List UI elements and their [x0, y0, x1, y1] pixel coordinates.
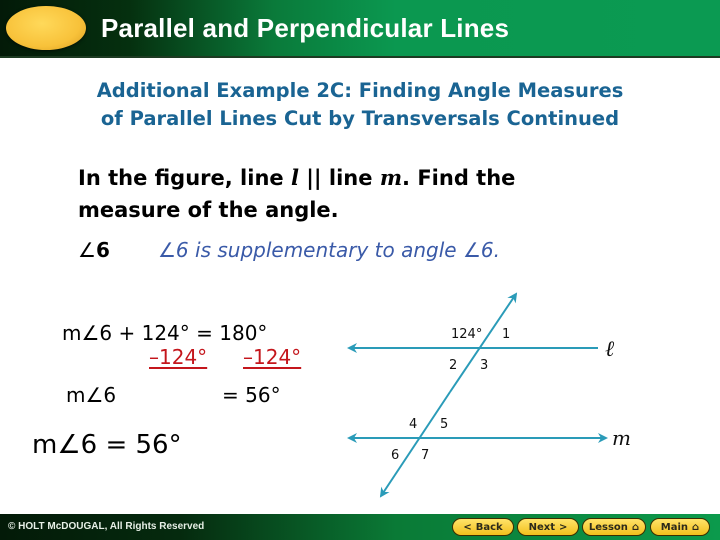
back-label: Back — [475, 521, 503, 533]
home-icon: ⌂ — [692, 521, 700, 533]
next-label: Next — [528, 521, 555, 533]
main-label: Main — [660, 521, 689, 533]
angle-3-label: 3 — [480, 358, 488, 373]
back-button[interactable]: < Back — [452, 518, 514, 536]
transversal-down — [379, 391, 451, 498]
home-icon: ⌂ — [631, 521, 640, 533]
angle-5-label: 5 — [440, 417, 448, 432]
angle-6-label: 6 — [391, 448, 399, 463]
given-angle-label: 124° — [451, 327, 482, 342]
angle-4-label: 4 — [409, 417, 417, 432]
chevron-right-icon: > — [559, 521, 568, 533]
angle-7-label: 7 — [421, 448, 429, 463]
angle-2-label: 2 — [449, 358, 457, 373]
line-m-label: m — [612, 426, 631, 450]
next-button[interactable]: Next > — [517, 518, 579, 536]
main-button[interactable]: Main ⌂ — [650, 518, 710, 536]
transversal-up — [449, 292, 518, 393]
angle-1-label: 1 — [502, 327, 510, 342]
parallel-lines-figure: 124° 1 2 3 4 5 6 7 ℓ m — [347, 292, 631, 498]
line-l-label: ℓ — [605, 337, 615, 362]
copyright: © HOLT McDOUGAL, All Rights Reserved — [8, 521, 205, 532]
lesson-button[interactable]: Lesson ⌂ — [582, 518, 646, 536]
chevron-left-icon: < — [463, 521, 472, 533]
lesson-label: Lesson — [588, 521, 628, 533]
